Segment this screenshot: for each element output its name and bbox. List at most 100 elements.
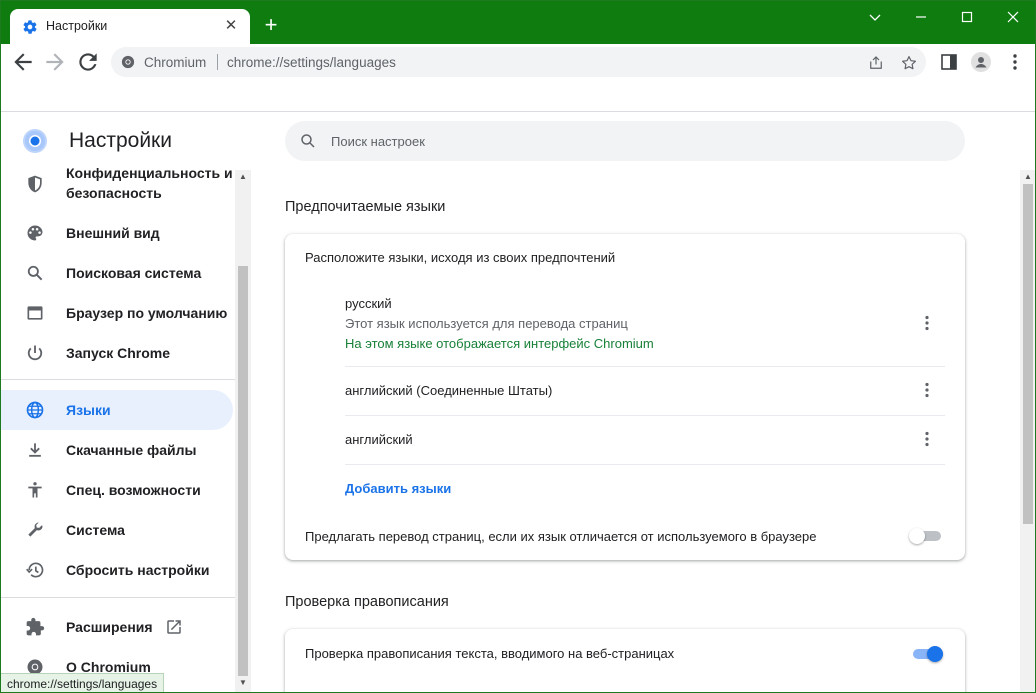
settings-sidebar: Конфиденциальность и безопасность Внешни… — [1, 161, 235, 692]
language-name: английский (Соединенные Штаты) — [345, 383, 553, 398]
sidebar-item-search-engine[interactable]: Поисковая система — [1, 253, 233, 293]
origin-chip: Chromium — [144, 55, 207, 70]
sidebar-item-label: Система — [66, 522, 125, 538]
search-icon — [301, 134, 315, 148]
side-panel-icon[interactable] — [939, 52, 959, 72]
sidebar-item-label: Расширения — [66, 619, 153, 635]
main-scroll-thumb[interactable] — [1023, 184, 1033, 524]
power-icon — [27, 345, 43, 361]
sidebar-item-default-browser[interactable]: Браузер по умолчанию — [1, 293, 233, 333]
language-note: Этот язык используется для перевода стра… — [345, 316, 628, 331]
add-languages-button[interactable]: Добавить языки — [345, 481, 451, 496]
more-actions-icon[interactable] — [917, 429, 937, 449]
language-ui-note: На этом языке отображается интерфейс Chr… — [345, 336, 654, 351]
scroll-up-arrow-icon[interactable]: ▲ — [1023, 172, 1033, 182]
reload-icon[interactable] — [75, 49, 101, 75]
sidebar-item-accessibility[interactable]: Спец. возможности — [1, 470, 233, 510]
browser-window: Настройки ✕ + Chromium chrome://settings… — [0, 0, 1036, 693]
sidebar-item-label: Внешний вид — [66, 225, 160, 241]
main-scrollbar[interactable]: ▲ — [1020, 170, 1035, 692]
scroll-up-arrow-icon[interactable]: ▲ — [238, 172, 248, 182]
address-bar[interactable]: Chromium chrome://settings/languages — [111, 47, 926, 77]
tab-title: Настройки — [46, 19, 108, 33]
back-arrow-icon[interactable] — [10, 49, 36, 75]
toggle-knob — [927, 646, 943, 662]
sidebar-item-label-line2: безопасность — [66, 185, 162, 201]
toolbar-divider — [1, 111, 1035, 112]
languages-section-title: Предпочитаемые языки — [285, 199, 446, 215]
sidebar-scroll-thumb[interactable] — [238, 266, 248, 676]
globe-icon — [26, 401, 44, 419]
search-placeholder: Поиск настроек — [331, 134, 425, 149]
spellcheck-toggle[interactable] — [911, 644, 945, 664]
row-divider — [345, 366, 945, 367]
sidebar-item-reset[interactable]: Сбросить настройки — [1, 550, 233, 590]
minimize-button[interactable] — [898, 1, 944, 33]
sidebar-item-downloads[interactable]: Скачанные файлы — [1, 430, 233, 470]
gear-icon — [23, 20, 37, 34]
spellcheck-section-title: Проверка правописания — [285, 594, 449, 610]
more-actions-icon[interactable] — [917, 380, 937, 400]
spellcheck-card: Проверка правописания текста, вводимого … — [285, 629, 965, 692]
maximize-button[interactable] — [944, 1, 990, 33]
sidebar-item-privacy[interactable]: Конфиденциальность и безопасность — [1, 161, 233, 213]
sidebar-item-label: Сбросить настройки — [66, 562, 210, 578]
sidebar-item-appearance[interactable]: Внешний вид — [1, 213, 233, 253]
tab-search-chevron-icon[interactable] — [852, 1, 898, 33]
sidebar-item-extensions[interactable]: Расширения — [1, 607, 233, 647]
tab-settings[interactable]: Настройки ✕ — [10, 9, 250, 44]
sidebar-item-label: Спец. возможности — [66, 482, 201, 498]
url-text[interactable]: chrome://settings/languages — [227, 55, 396, 70]
tab-strip: Настройки ✕ + — [1, 1, 1035, 44]
languages-card: Расположите языки, исходя из своих предп… — [285, 234, 965, 560]
sidebar-divider — [1, 597, 235, 598]
sidebar-scrollbar[interactable]: ▲ ▼ — [235, 170, 251, 692]
close-tab-icon[interactable]: ✕ — [222, 17, 240, 35]
settings-title: Настройки — [69, 129, 172, 152]
sidebar-item-label: Запуск Chrome — [66, 345, 171, 361]
bookmark-star-icon[interactable] — [900, 54, 918, 72]
status-bubble: chrome://settings/languages — [1, 673, 165, 692]
sidebar-item-label: Скачанные файлы — [66, 442, 197, 458]
restore-icon — [26, 562, 44, 578]
sidebar-item-system[interactable]: Система — [1, 510, 233, 550]
spellcheck-label: Проверка правописания текста, вводимого … — [305, 646, 675, 661]
settings-search-input[interactable]: Поиск настроек — [285, 121, 965, 161]
share-icon[interactable] — [867, 54, 885, 72]
search-icon — [27, 265, 43, 281]
sidebar-item-label: Языки — [66, 402, 111, 418]
row-divider — [345, 415, 945, 416]
omnibox-divider — [217, 54, 218, 70]
more-actions-icon[interactable] — [917, 313, 937, 333]
sidebar-item-startup[interactable]: Запуск Chrome — [1, 333, 233, 373]
sidebar-item-label: Браузер по умолчанию — [66, 305, 228, 321]
forward-arrow-icon[interactable] — [42, 49, 68, 75]
profile-avatar-icon[interactable] — [971, 52, 991, 72]
shield-icon — [28, 175, 42, 193]
toggle-knob — [909, 528, 925, 544]
sidebar-item-label: Конфиденциальность и — [66, 165, 233, 181]
language-name: русский — [345, 296, 392, 311]
languages-card-header: Расположите языки, исходя из своих предп… — [305, 250, 616, 265]
chromium-site-icon — [121, 55, 135, 69]
close-window-button[interactable] — [990, 1, 1035, 33]
offer-translate-label: Предлагать перевод страниц, если их язык… — [305, 529, 817, 544]
browser-window-icon — [27, 306, 43, 320]
sidebar-item-languages[interactable]: Языки — [1, 390, 233, 430]
sidebar-item-label: Поисковая система — [66, 265, 202, 281]
download-icon — [29, 443, 41, 457]
language-name: английский — [345, 432, 413, 447]
accessibility-icon — [28, 482, 42, 498]
sidebar-divider — [1, 379, 235, 380]
row-divider — [345, 464, 945, 465]
chromium-logo-icon — [23, 129, 47, 153]
new-tab-button[interactable]: + — [259, 13, 283, 37]
puzzle-icon — [26, 617, 45, 636]
offer-translate-toggle[interactable] — [909, 526, 943, 546]
scroll-down-arrow-icon[interactable]: ▼ — [238, 678, 248, 688]
palette-icon — [27, 225, 43, 241]
wrench-icon — [28, 522, 43, 537]
open-in-new-icon — [167, 620, 181, 634]
toolbar: Chromium chrome://settings/languages — [1, 44, 1035, 80]
kebab-menu-icon[interactable] — [1005, 52, 1025, 72]
